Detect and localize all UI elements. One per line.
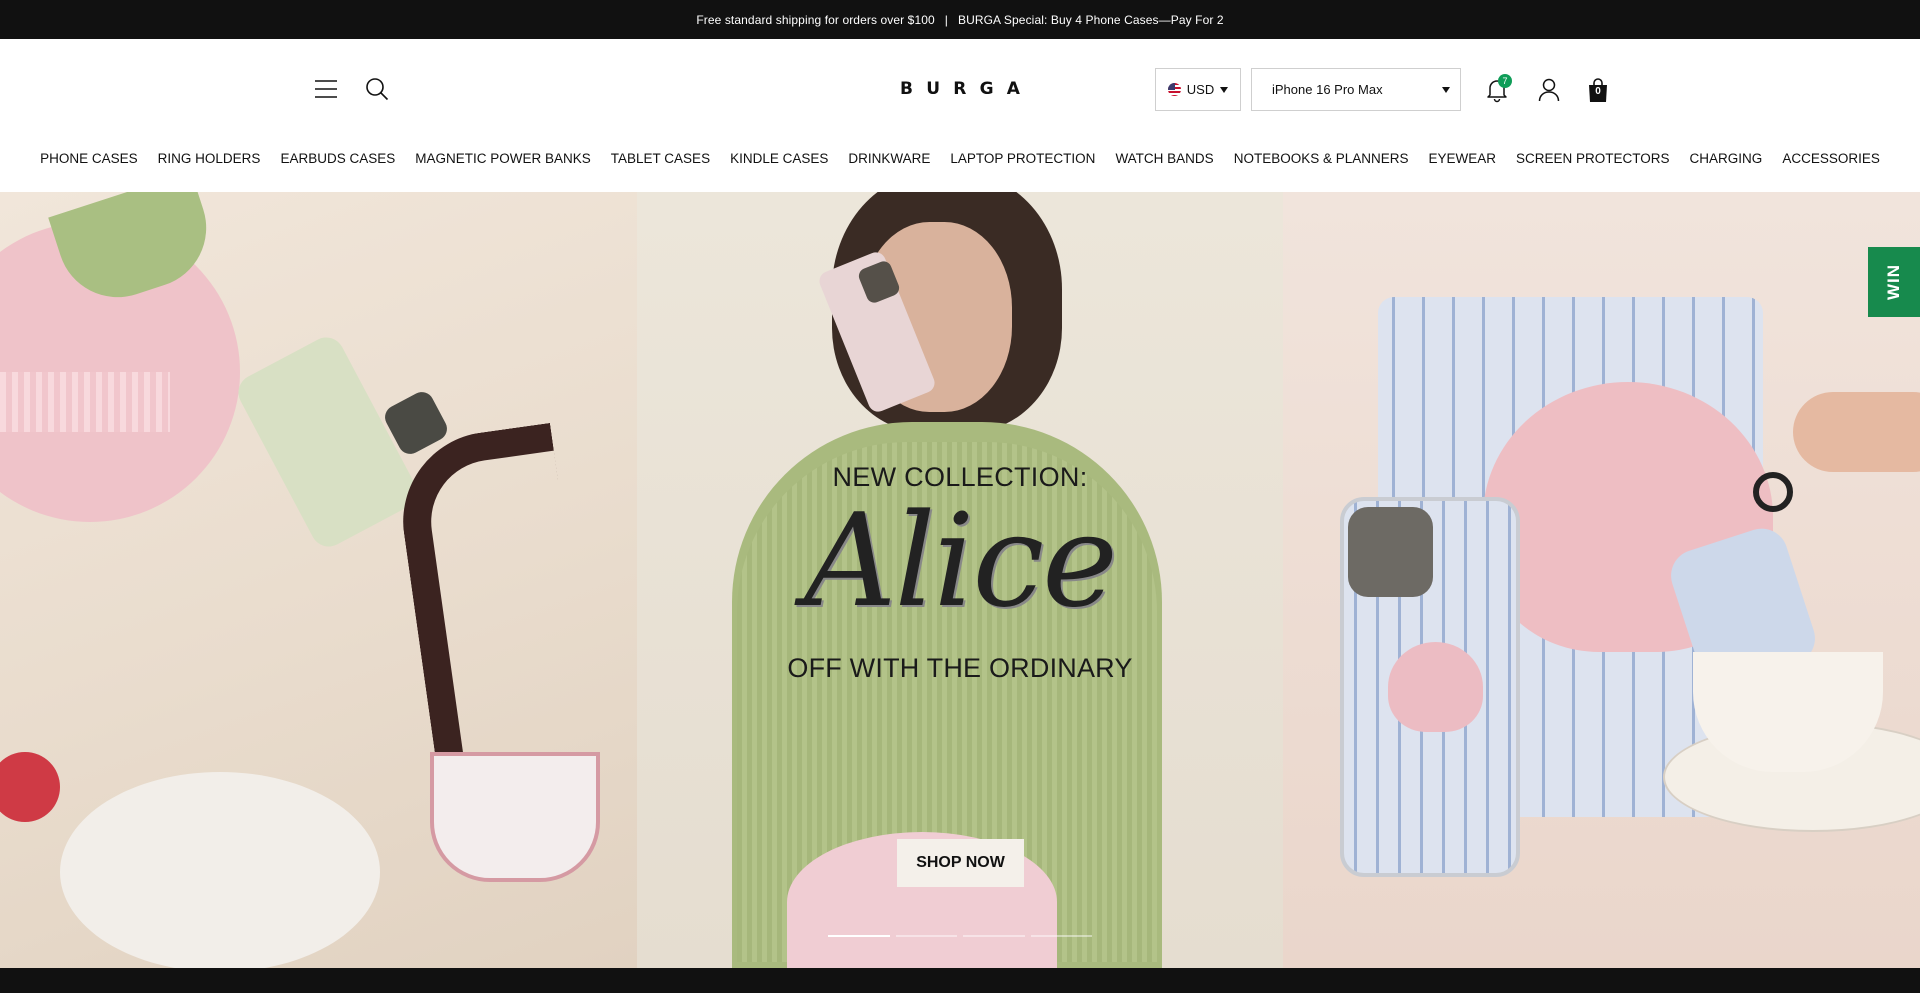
site-header: B U R G A USD iPhone 16 Pro Max 7 0 PHON… — [0, 39, 1920, 176]
currency-value: USD — [1186, 82, 1215, 97]
nav-item-charging[interactable]: CHARGING — [1690, 151, 1763, 166]
logo-letter: A — [1006, 79, 1020, 99]
nav-item-phone-cases[interactable]: PHONE CASES — [40, 151, 138, 166]
slide-indicator[interactable] — [963, 935, 1025, 937]
nav-item-laptop-protection[interactable]: LAPTOP PROTECTION — [950, 151, 1095, 166]
search-button[interactable] — [363, 75, 391, 103]
nav-item-drinkware[interactable]: DRINKWARE — [848, 151, 930, 166]
nav-item-accessories[interactable]: ACCESSORIES — [1782, 151, 1880, 166]
slide-indicator[interactable] — [828, 935, 890, 937]
win-tab[interactable]: WIN — [1868, 247, 1920, 317]
device-selector[interactable]: iPhone 16 Pro Max — [1251, 68, 1461, 111]
logo-letter: G — [979, 79, 994, 99]
hero-title: Alice — [804, 487, 1118, 636]
category-nav: PHONE CASES RING HOLDERS EARBUDS CASES M… — [0, 140, 1920, 176]
caret-down-icon — [1442, 86, 1450, 93]
menu-button[interactable] — [312, 75, 340, 103]
nav-item-notebooks-planners[interactable]: NOTEBOOKS & PLANNERS — [1234, 151, 1409, 166]
search-icon — [366, 78, 389, 101]
nav-item-kindle-cases[interactable]: KINDLE CASES — [730, 151, 828, 166]
nav-item-screen-protectors[interactable]: SCREEN PROTECTORS — [1516, 151, 1670, 166]
currency-selector[interactable]: USD — [1155, 68, 1241, 111]
logo-letter: B — [900, 79, 913, 99]
announcement-special[interactable]: BURGA Special: Buy 4 Phone Cases—Pay For… — [958, 13, 1224, 27]
us-flag-icon — [1167, 83, 1181, 96]
device-value: iPhone 16 Pro Max — [1272, 82, 1383, 97]
hero-subtitle: OFF WITH THE ORDINARY — [787, 653, 1133, 683]
nav-item-tablet-cases[interactable]: TABLET CASES — [611, 151, 710, 166]
logo-letter: R — [953, 79, 967, 99]
bottom-banner — [0, 968, 1920, 993]
announcement-shipping: Free standard shipping for orders over $… — [696, 12, 935, 27]
nav-item-magnetic-power-banks[interactable]: MAGNETIC POWER BANKS — [415, 151, 591, 166]
logo-letter: U — [926, 79, 941, 99]
logo[interactable]: B U R G A — [900, 77, 1020, 101]
announcement-separator: | — [944, 12, 948, 27]
hero-banner[interactable]: NEW COLLECTION: Alice OFF WITH THE ORDIN… — [0, 192, 1920, 968]
slide-indicator[interactable] — [895, 935, 957, 937]
slide-indicators — [828, 935, 1092, 937]
cart-button[interactable]: 0 — [1583, 74, 1613, 106]
hero-image-right — [1283, 192, 1920, 968]
nav-item-watch-bands[interactable]: WATCH BANDS — [1115, 151, 1213, 166]
nav-item-ring-holders[interactable]: RING HOLDERS — [158, 151, 261, 166]
win-tab-label: WIN — [1883, 263, 1903, 301]
notification-badge: 7 — [1498, 74, 1512, 88]
hero-image-left — [0, 192, 637, 968]
notifications-button[interactable]: 7 — [1482, 74, 1512, 106]
user-icon — [1538, 78, 1560, 102]
announcement-bar: Free standard shipping for orders over $… — [0, 0, 1920, 39]
nav-item-earbuds-cases[interactable]: EARBUDS CASES — [280, 151, 395, 166]
account-button[interactable] — [1534, 74, 1564, 106]
slide-indicator[interactable] — [1030, 935, 1092, 937]
shop-now-button[interactable]: SHOP NOW — [897, 839, 1024, 887]
nav-item-eyewear[interactable]: EYEWEAR — [1429, 151, 1497, 166]
cart-count: 0 — [1595, 86, 1601, 97]
menu-icon — [315, 80, 337, 98]
caret-down-icon — [1220, 86, 1229, 93]
